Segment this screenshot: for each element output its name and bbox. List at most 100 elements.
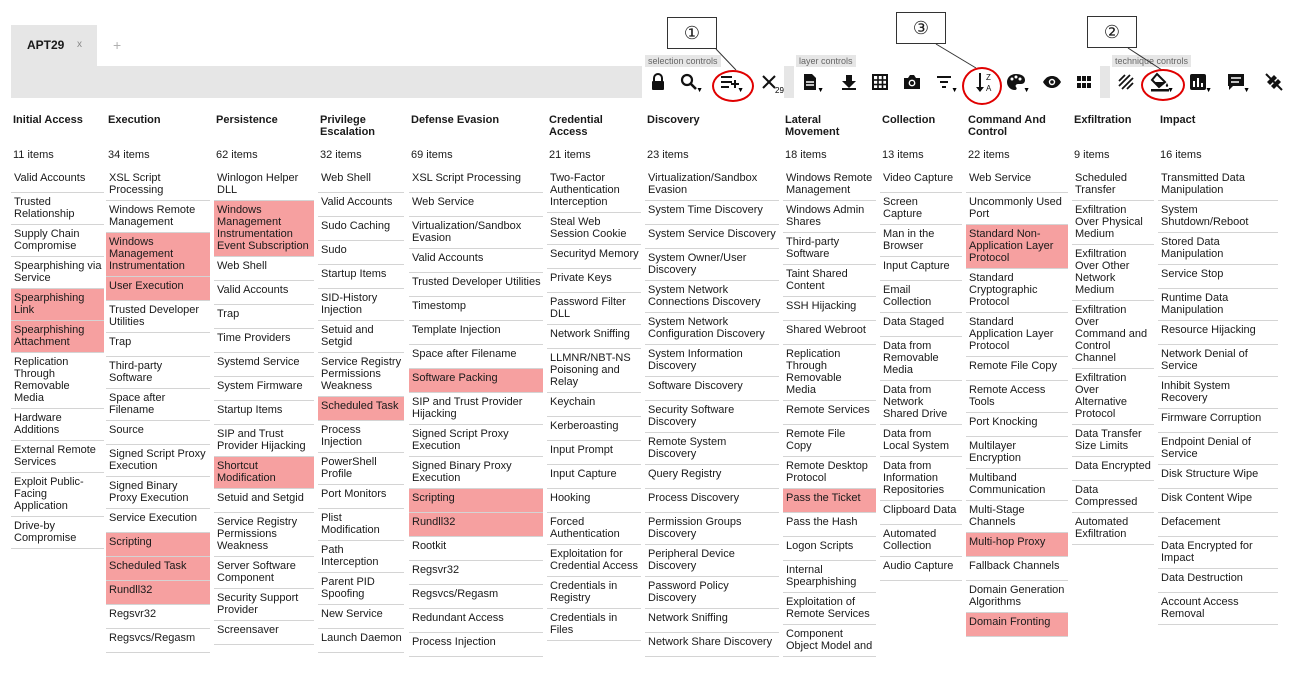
technique-cell[interactable]: Startup Items <box>214 401 314 425</box>
technique-cell[interactable]: Replication Through Removable Media <box>11 353 104 409</box>
technique-cell[interactable]: Drive-by Compromise <box>11 517 104 549</box>
technique-cell[interactable]: Disk Content Wipe <box>1158 489 1278 513</box>
technique-cell[interactable]: Signed Script Proxy Execution <box>106 445 210 477</box>
technique-cell[interactable]: Security Software Discovery <box>645 401 779 433</box>
technique-cell[interactable]: System Shutdown/Reboot <box>1158 201 1278 233</box>
technique-cell[interactable]: Steal Web Session Cookie <box>547 213 641 245</box>
technique-cell[interactable]: SSH Hijacking <box>783 297 876 321</box>
technique-cell[interactable]: Virtualization/Sandbox Evasion <box>409 217 543 249</box>
technique-cell[interactable]: Remote Desktop Protocol <box>783 457 876 489</box>
technique-cell[interactable]: Password Filter DLL <box>547 293 641 325</box>
technique-cell[interactable]: Source <box>106 421 210 445</box>
technique-cell[interactable]: Service Registry Permissions Weakness <box>214 513 314 557</box>
technique-cell[interactable]: Data Staged <box>880 313 962 337</box>
technique-cell[interactable]: Winlogon Helper DLL <box>214 169 314 201</box>
technique-cell[interactable]: Fallback Channels <box>966 557 1068 581</box>
technique-cell[interactable]: Exploitation of Remote Services <box>783 593 876 625</box>
technique-cell[interactable]: Parent PID Spoofing <box>318 573 404 605</box>
technique-cell[interactable]: Data Encrypted <box>1072 457 1154 481</box>
technique-cell[interactable]: Email Collection <box>880 281 962 313</box>
technique-cell[interactable]: Defacement <box>1158 513 1278 537</box>
technique-cell[interactable]: Automated Exfiltration <box>1072 513 1154 545</box>
technique-cell[interactable]: Disk Structure Wipe <box>1158 465 1278 489</box>
tactic-header[interactable]: Persistence <box>216 114 310 126</box>
technique-cell[interactable]: Screensaver <box>214 621 314 645</box>
technique-cell[interactable]: Audio Capture <box>880 557 962 581</box>
technique-cell[interactable]: Input Prompt <box>547 441 641 465</box>
technique-cell[interactable]: Regsvcs/Regasm <box>106 629 210 653</box>
technique-cell[interactable]: Video Capture <box>880 169 962 193</box>
technique-cell[interactable]: Scripting <box>106 533 210 557</box>
technique-cell[interactable]: Hardware Additions <box>11 409 104 441</box>
technique-cell[interactable]: SID-History Injection <box>318 289 404 321</box>
technique-cell[interactable]: Template Injection <box>409 321 543 345</box>
technique-cell[interactable]: Data Transfer Size Limits <box>1072 425 1154 457</box>
technique-cell[interactable]: Multi-hop Proxy <box>966 533 1068 557</box>
technique-cell[interactable]: Network Sniffing <box>547 325 641 349</box>
technique-cell[interactable]: Data Destruction <box>1158 569 1278 593</box>
technique-cell[interactable]: Regsvr32 <box>106 605 210 629</box>
technique-cell[interactable]: System Network Configuration Discovery <box>645 313 779 345</box>
technique-cell[interactable]: Inhibit System Recovery <box>1158 377 1278 409</box>
technique-cell[interactable]: Account Access Removal <box>1158 593 1278 625</box>
technique-cell[interactable]: Uncommonly Used Port <box>966 193 1068 225</box>
technique-cell[interactable]: Resource Hijacking <box>1158 321 1278 345</box>
technique-cell[interactable]: Startup Items <box>318 265 404 289</box>
technique-cell[interactable]: SIP and Trust Provider Hijacking <box>409 393 543 425</box>
technique-cell[interactable]: Remote File Copy <box>783 425 876 457</box>
technique-cell[interactable]: XSL Script Processing <box>106 169 210 201</box>
technique-cell[interactable]: Trap <box>214 305 314 329</box>
technique-cell[interactable]: Pass the Hash <box>783 513 876 537</box>
technique-cell[interactable]: SIP and Trust Provider Hijacking <box>214 425 314 457</box>
technique-cell[interactable]: Remote Services <box>783 401 876 425</box>
technique-cell[interactable]: Internal Spearphishing <box>783 561 876 593</box>
technique-cell[interactable]: Network Denial of Service <box>1158 345 1278 377</box>
technique-cell[interactable]: Data from Removable Media <box>880 337 962 381</box>
technique-cell[interactable]: Kerberoasting <box>547 417 641 441</box>
technique-cell[interactable]: Runtime Data Manipulation <box>1158 289 1278 321</box>
technique-cell[interactable]: Man in the Browser <box>880 225 962 257</box>
technique-cell[interactable]: Rundll32 <box>409 513 543 537</box>
technique-cell[interactable]: Service Stop <box>1158 265 1278 289</box>
technique-cell[interactable]: Keychain <box>547 393 641 417</box>
technique-cell[interactable]: Process Injection <box>409 633 543 657</box>
technique-cell[interactable]: Data from Local System <box>880 425 962 457</box>
technique-cell[interactable]: Third-party Software <box>106 357 210 389</box>
technique-cell[interactable]: Standard Cryptographic Protocol <box>966 269 1068 313</box>
technique-cell[interactable]: System Network Connections Discovery <box>645 281 779 313</box>
technique-cell[interactable]: Automated Collection <box>880 525 962 557</box>
technique-cell[interactable]: External Remote Services <box>11 441 104 473</box>
technique-cell[interactable]: Component Object Model and <box>783 625 876 657</box>
technique-cell[interactable]: Signed Binary Proxy Execution <box>409 457 543 489</box>
technique-cell[interactable]: Data Encrypted for Impact <box>1158 537 1278 569</box>
technique-cell[interactable]: Signed Script Proxy Execution <box>409 425 543 457</box>
technique-cell[interactable]: Security Support Provider <box>214 589 314 621</box>
technique-cell[interactable]: Valid Accounts <box>11 169 104 193</box>
technique-cell[interactable]: Remote System Discovery <box>645 433 779 465</box>
technique-cell[interactable]: Forced Authentication <box>547 513 641 545</box>
technique-cell[interactable]: Spearphishing via Service <box>11 257 104 289</box>
technique-cell[interactable]: Two-Factor Authentication Interception <box>547 169 641 213</box>
technique-cell[interactable]: Time Providers <box>214 329 314 353</box>
technique-cell[interactable]: Port Monitors <box>318 485 404 509</box>
technique-cell[interactable]: Remote Access Tools <box>966 381 1068 413</box>
tactic-header[interactable]: Lateral Movement <box>785 114 872 138</box>
technique-cell[interactable]: Firmware Corruption <box>1158 409 1278 433</box>
technique-cell[interactable]: Exfiltration Over Physical Medium <box>1072 201 1154 245</box>
technique-cell[interactable]: Private Keys <box>547 269 641 293</box>
technique-cell[interactable]: Rundll32 <box>106 581 210 605</box>
technique-cell[interactable]: Permission Groups Discovery <box>645 513 779 545</box>
technique-cell[interactable]: Credentials in Registry <box>547 577 641 609</box>
technique-cell[interactable]: Valid Accounts <box>409 249 543 273</box>
technique-cell[interactable]: Web Service <box>966 169 1068 193</box>
tactic-header[interactable]: Credential Access <box>549 114 637 138</box>
technique-cell[interactable]: Sudo <box>318 241 404 265</box>
technique-cell[interactable]: Sudo Caching <box>318 217 404 241</box>
technique-cell[interactable]: PowerShell Profile <box>318 453 404 485</box>
technique-cell[interactable]: Timestomp <box>409 297 543 321</box>
technique-cell[interactable]: Service Registry Permissions Weakness <box>318 353 404 397</box>
technique-cell[interactable]: Network Sniffing <box>645 609 779 633</box>
technique-cell[interactable]: Space after Filename <box>106 389 210 421</box>
technique-cell[interactable]: Data from Network Shared Drive <box>880 381 962 425</box>
technique-cell[interactable]: Web Service <box>409 193 543 217</box>
